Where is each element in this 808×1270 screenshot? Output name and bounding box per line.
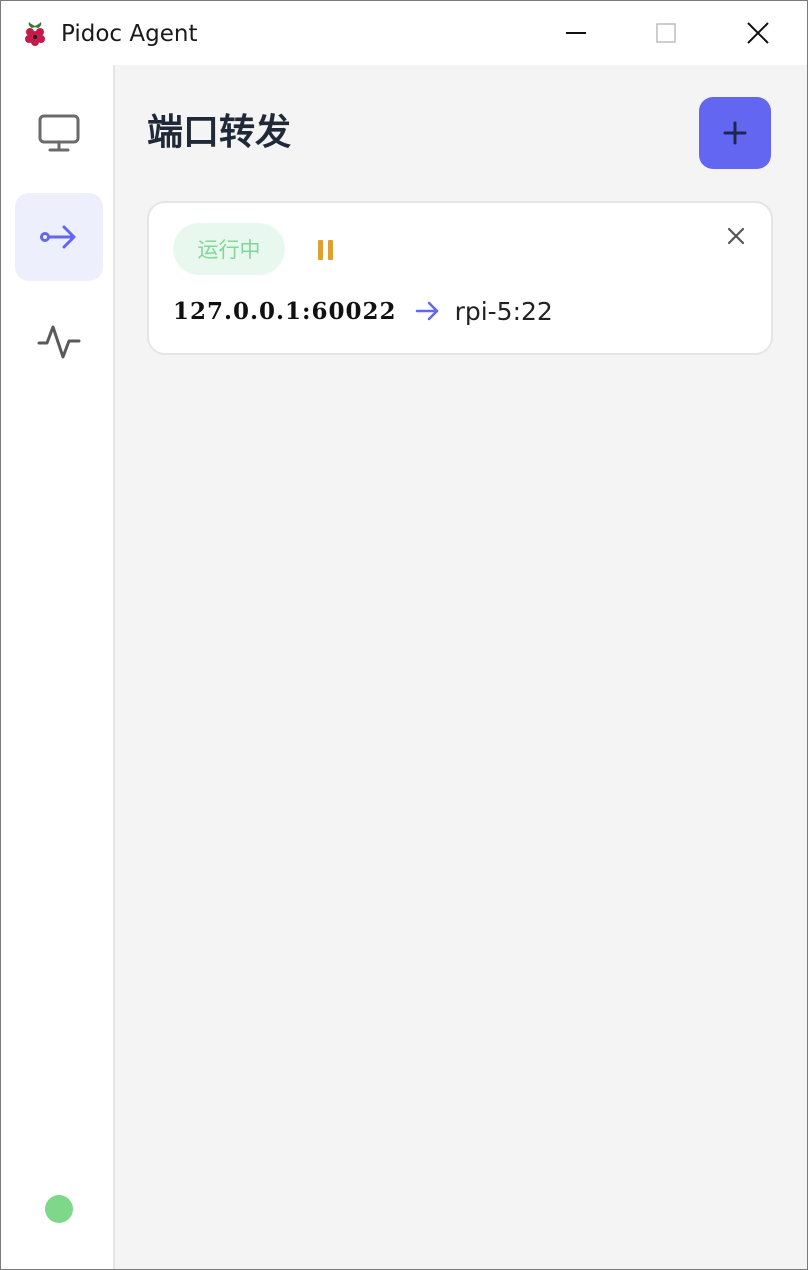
maximize-icon xyxy=(656,23,676,43)
maximize-button[interactable] xyxy=(621,1,711,65)
remote-address: rpi-5:22 xyxy=(454,296,553,326)
connection-status-indicator xyxy=(45,1195,73,1223)
sidebar-item-port-forward[interactable] xyxy=(15,193,103,281)
close-icon xyxy=(727,227,745,245)
close-window-button[interactable] xyxy=(713,1,803,65)
forward-route: 127.0.0.1:60022 rpi-5:22 xyxy=(173,291,553,331)
minimize-icon xyxy=(566,32,586,34)
remove-forward-button[interactable] xyxy=(721,221,751,251)
pause-button[interactable] xyxy=(309,233,343,267)
plus-icon xyxy=(723,121,747,145)
local-address: 127.0.0.1:60022 xyxy=(173,297,397,325)
arrow-right-icon xyxy=(415,300,441,322)
forward-card: 运行中 127.0.0.1:60022 rpi-5:22 xyxy=(147,201,773,355)
sidebar-item-activity[interactable] xyxy=(15,297,103,385)
raspberry-pi-logo-icon xyxy=(25,22,45,46)
minimize-button[interactable] xyxy=(531,1,621,65)
window-title: Pidoc Agent xyxy=(61,21,198,47)
app-window: Pidoc Agent 端口转发 运行中 127.0.0.1:60022 rpi… xyxy=(0,0,808,1270)
title-bar[interactable]: Pidoc Agent xyxy=(1,1,807,65)
status-badge: 运行中 xyxy=(173,223,285,275)
port-forward-icon xyxy=(40,225,76,249)
sidebar-item-devices[interactable] xyxy=(15,89,103,177)
sidebar xyxy=(1,65,115,1269)
page-title: 端口转发 xyxy=(147,112,292,153)
main-content: 端口转发 运行中 127.0.0.1:60022 rpi-5:22 xyxy=(115,65,807,1269)
close-icon xyxy=(747,22,769,44)
pause-icon xyxy=(318,240,333,260)
add-forward-button[interactable] xyxy=(699,97,771,169)
activity-icon xyxy=(37,325,81,359)
monitor-icon xyxy=(38,114,80,152)
